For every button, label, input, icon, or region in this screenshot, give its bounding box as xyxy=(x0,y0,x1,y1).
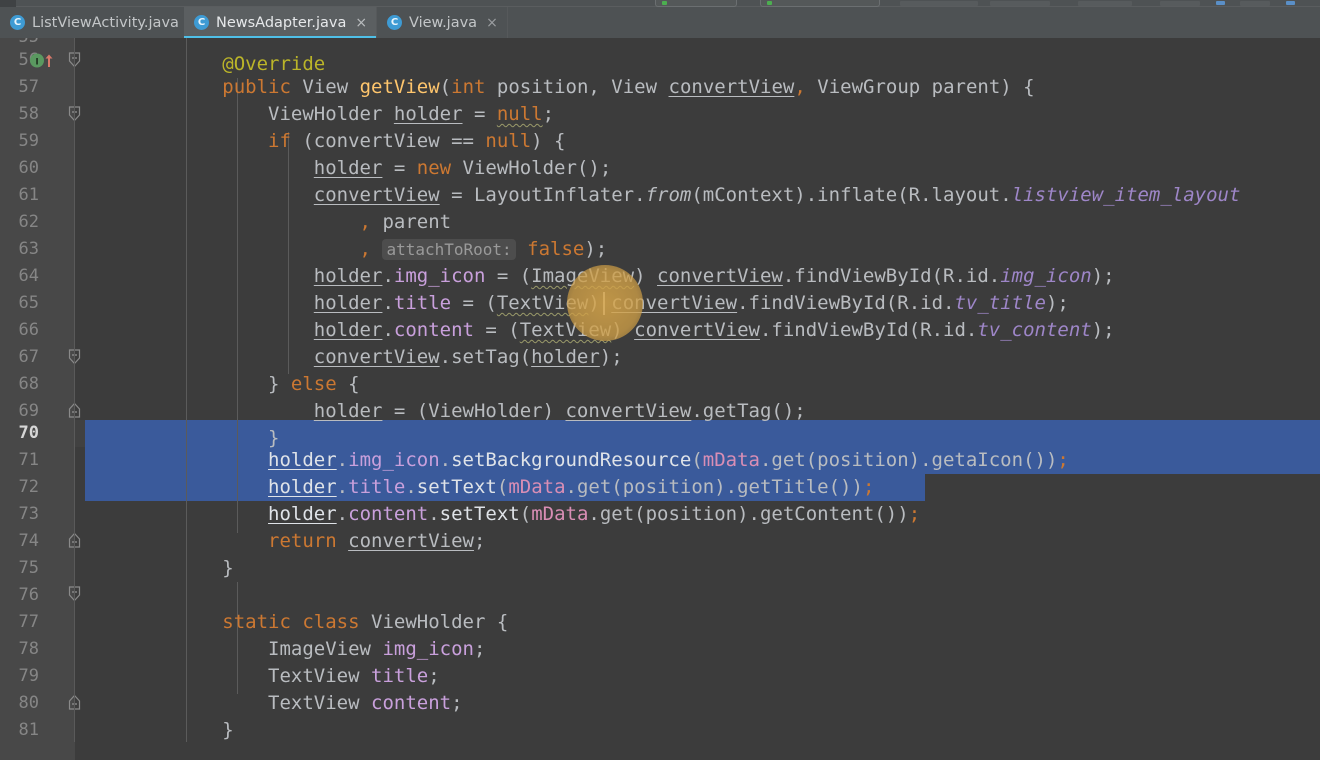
inlay-hint-attachtoroot: attachToRoot: xyxy=(382,239,516,260)
gutter-bottom-pad xyxy=(0,742,75,760)
gutter-line-81: 81 xyxy=(18,720,39,740)
editor-tab-bar: C ListViewActivity.java × C NewsAdapter.… xyxy=(0,7,1320,38)
gutter-line-59: 59 xyxy=(18,131,39,151)
code-line-75[interactable] xyxy=(75,555,1320,582)
editor-tab-listviewactivity[interactable]: C ListViewActivity.java × xyxy=(0,7,210,38)
gutter-line-70: 70 xyxy=(18,423,39,443)
tab-label: ListViewActivity.java xyxy=(32,14,179,31)
gutter-line-66: 66 xyxy=(18,320,39,340)
device-icon xyxy=(767,1,772,5)
window-corner xyxy=(0,0,16,7)
toolbar-avd-icon[interactable] xyxy=(1286,1,1295,5)
gutter-line-73: 73 xyxy=(18,504,39,524)
code-line-81[interactable]: } xyxy=(75,717,1320,742)
gutter-line-61: 61 xyxy=(18,185,39,205)
editor-bottom-strip xyxy=(0,742,1320,760)
editor-tab-view[interactable]: C View.java × xyxy=(377,7,508,38)
gutter-line-68: 68 xyxy=(18,374,39,394)
svg-text:I: I xyxy=(35,58,38,68)
gutter-line-71: 71 xyxy=(18,450,39,470)
close-icon[interactable]: × xyxy=(486,16,498,30)
close-icon[interactable]: × xyxy=(355,16,367,30)
code-editor[interactable]: 55 56 57 58 59 60 61 62 63 64 65 66 67 6… xyxy=(0,38,1320,742)
gutter-line-60: 60 xyxy=(18,158,39,178)
gutter-line-64: 64 xyxy=(18,266,39,286)
toolbar-icon-group-a[interactable] xyxy=(900,1,978,6)
gutter-line-63: 63 xyxy=(18,239,39,259)
toolbar-icon-group-c[interactable] xyxy=(1078,1,1132,6)
java-class-icon: C xyxy=(10,15,25,30)
code-content[interactable]: @Override public View getView(int positi… xyxy=(75,38,1320,742)
gutter-line-57: 57 xyxy=(18,77,39,97)
tab-label: View.java xyxy=(409,14,478,31)
gutter-line-58: 58 xyxy=(18,104,39,124)
code-line-76[interactable]: static class ViewHolder { xyxy=(75,582,1320,633)
run-configuration-chip[interactable] xyxy=(655,0,737,7)
gutter-line-72: 72 xyxy=(18,477,39,497)
java-class-icon: C xyxy=(387,15,402,30)
gutter-line-65: 65 xyxy=(18,293,39,313)
text-caret xyxy=(603,292,605,315)
ide-window: C ListViewActivity.java × C NewsAdapter.… xyxy=(0,0,1320,760)
gutter-line-74: 74 xyxy=(18,531,39,551)
java-class-icon: C xyxy=(194,15,209,30)
toolbar-icon-group-b[interactable] xyxy=(990,1,1050,6)
gutter-line-77: 77 xyxy=(18,612,39,632)
toolbar-icon-group-e[interactable] xyxy=(1240,1,1270,6)
gutter-line-62: 62 xyxy=(18,212,39,232)
implementing-method-icon[interactable]: I xyxy=(29,52,57,69)
gutter-line-76: 76 xyxy=(18,585,39,605)
gutter-line-80: 80 xyxy=(18,693,39,713)
device-selector-chip[interactable] xyxy=(760,0,880,7)
tab-label: NewsAdapter.java xyxy=(216,14,347,31)
editor-gutter[interactable]: 55 56 57 58 59 60 61 62 63 64 65 66 67 6… xyxy=(0,38,107,742)
run-config-icon xyxy=(662,1,667,5)
gutter-line-75: 75 xyxy=(18,558,39,578)
editor-tab-newsadapter[interactable]: C NewsAdapter.java × xyxy=(184,7,378,38)
gutter-line-79: 79 xyxy=(18,666,39,686)
gutter-line-78: 78 xyxy=(18,639,39,659)
toolbar-strip xyxy=(0,0,1320,7)
toolbar-sync-icon[interactable] xyxy=(1216,1,1225,5)
toolbar-icon-group-d[interactable] xyxy=(1160,1,1200,6)
gutter-line-67: 67 xyxy=(18,347,39,367)
